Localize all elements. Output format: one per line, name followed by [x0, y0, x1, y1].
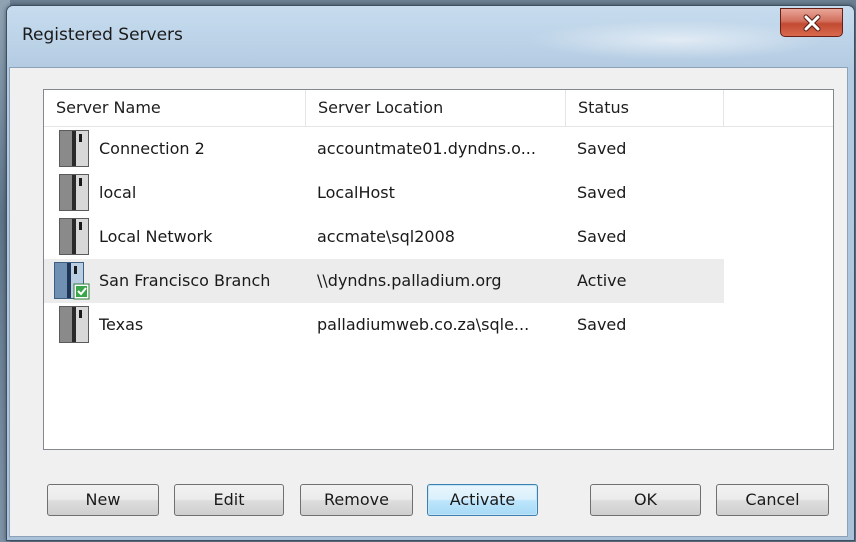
- list-header: Server Name Server Location Status: [44, 90, 833, 127]
- registered-servers-dialog: Registered Servers Server Name Server Lo…: [6, 5, 855, 541]
- server-status: Saved: [577, 227, 627, 246]
- list-item[interactable]: Texas palladiumweb.co.za\sqle... Saved: [44, 303, 724, 347]
- server-name: San Francisco Branch: [99, 271, 271, 290]
- server-location: accmate\sql2008: [317, 227, 455, 246]
- server-status: Active: [577, 271, 627, 290]
- column-header-server-name[interactable]: Server Name: [44, 90, 306, 126]
- server-active-icon: [54, 262, 90, 300]
- server-location: accountmate01.dyndns.o...: [317, 139, 536, 158]
- list-item-active[interactable]: San Francisco Branch \\dyndns.palladium.…: [44, 259, 724, 303]
- server-icon: [59, 130, 89, 167]
- server-location: palladiumweb.co.za\sqle...: [317, 315, 530, 334]
- server-icon: [59, 306, 89, 343]
- list-item[interactable]: Connection 2 accountmate01.dyndns.o... S…: [44, 127, 724, 171]
- servers-list[interactable]: Server Name Server Location Status Conne…: [43, 89, 834, 450]
- server-location: \\dyndns.palladium.org: [317, 271, 502, 290]
- activate-button[interactable]: Activate: [427, 484, 538, 516]
- server-name: Texas: [99, 315, 144, 334]
- server-name: Connection 2: [99, 139, 205, 158]
- remove-button[interactable]: Remove: [300, 484, 413, 516]
- server-status: Saved: [577, 315, 627, 334]
- column-header-status[interactable]: Status: [566, 90, 724, 126]
- close-icon: [803, 14, 820, 31]
- server-icon: [59, 218, 89, 255]
- edit-button[interactable]: Edit: [174, 484, 284, 516]
- list-item[interactable]: local LocalHost Saved: [44, 171, 724, 215]
- server-status: Saved: [577, 183, 627, 202]
- server-status: Saved: [577, 139, 627, 158]
- dialog-client-area: Server Name Server Location Status Conne…: [9, 67, 848, 537]
- dialog-title: Registered Servers: [22, 25, 183, 45]
- ok-button[interactable]: OK: [590, 484, 701, 516]
- list-item[interactable]: Local Network accmate\sql2008 Saved: [44, 215, 724, 259]
- new-button[interactable]: New: [47, 484, 159, 516]
- server-name: local: [99, 183, 137, 202]
- server-icon: [59, 174, 89, 211]
- cancel-button[interactable]: Cancel: [716, 484, 829, 516]
- server-location: LocalHost: [317, 183, 395, 202]
- server-name: Local Network: [99, 227, 213, 246]
- column-header-server-location[interactable]: Server Location: [306, 90, 566, 126]
- close-button[interactable]: [780, 8, 843, 37]
